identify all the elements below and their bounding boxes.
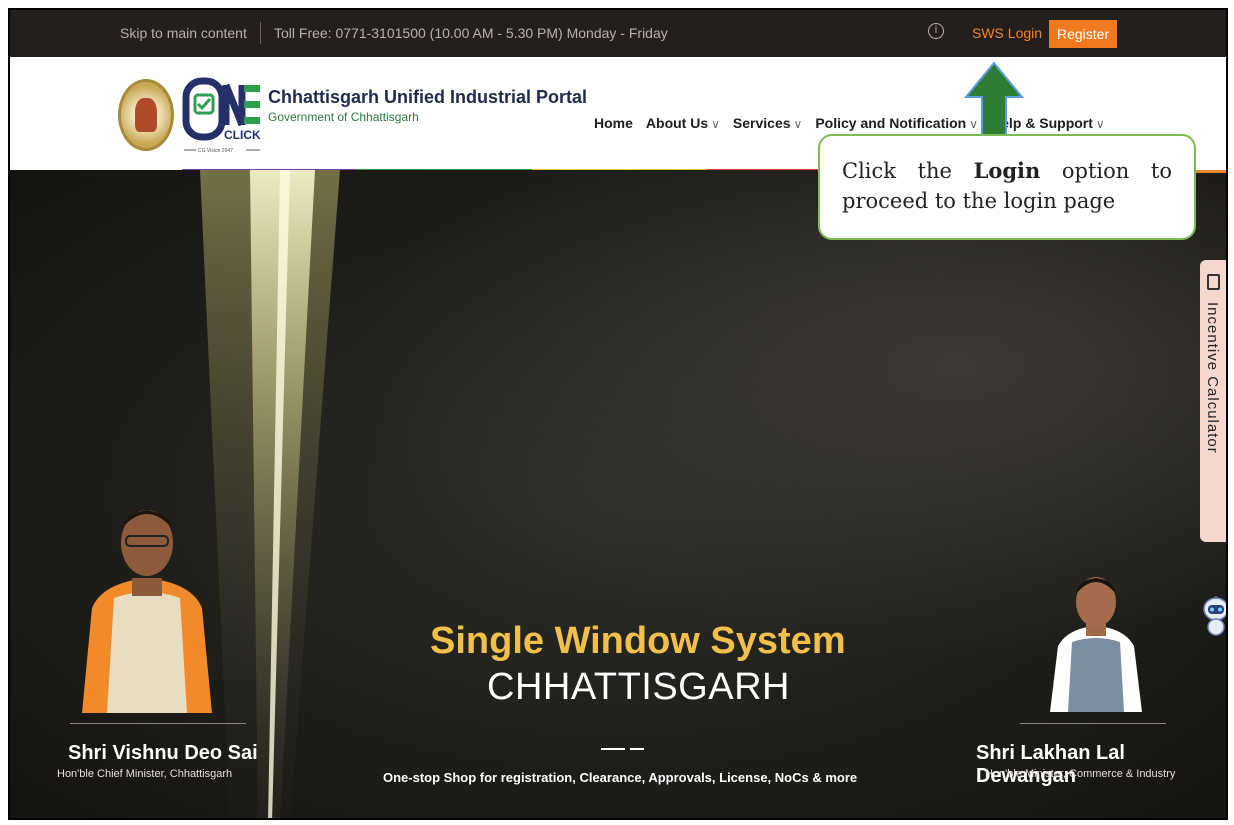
browser-viewport: Skip to main content Toll Free: 0771-310… [8, 8, 1228, 820]
state-emblem-icon [118, 79, 174, 151]
toll-free-info: Toll Free: 0771-3101500 (10.00 AM - 5.30… [274, 25, 668, 41]
one-click-logo[interactable]: CLICK CG Vision 2047 [182, 75, 262, 155]
nav-services[interactable]: Services ∨ [733, 115, 802, 131]
chevron-down-icon: ∨ [711, 117, 720, 131]
callout-login-keyword: Login [973, 158, 1041, 183]
left-person-role: Hon'ble Chief Minister, Chhattisgarh [57, 768, 233, 780]
annotation-arrow-icon [964, 61, 1024, 144]
right-person-role: Hon'ble Minister, Commerce & Industry [985, 768, 1176, 780]
sws-login-link[interactable]: SWS Login [972, 25, 1042, 41]
register-button[interactable]: Register [1049, 20, 1118, 48]
top-utility-bar: Skip to main content Toll Free: 0771-310… [10, 10, 1226, 57]
nav-about-us[interactable]: About Us ∨ [646, 115, 720, 131]
incentive-calculator-label: Incentive Calculator [1204, 302, 1221, 454]
instruction-callout: Click the Login option to proceed to the… [818, 134, 1196, 240]
right-divider [1020, 723, 1166, 724]
main-navigation: Home About Us ∨ Services ∨ Policy and Noti… [594, 115, 1105, 131]
hero-title: Single Window System [430, 620, 846, 662]
commerce-minister-photo [1050, 577, 1142, 712]
nav-policy-notification[interactable]: Policy and Notification ∨ [815, 115, 978, 131]
left-divider [70, 723, 246, 724]
hero-banner: Shri Vishnu Deo Sai Hon'ble Chief Minist… [10, 170, 1226, 818]
calculator-icon [1207, 274, 1220, 290]
portal-subtitle: Government of Chhattisgarh [268, 110, 419, 124]
nav-home[interactable]: Home [594, 115, 633, 131]
chatbot-icon[interactable] [1202, 596, 1228, 636]
right-person-name: Shri Lakhan Lal Dewangan [976, 742, 1125, 787]
hero-dash [630, 748, 644, 750]
left-person-name: Shri Vishnu Deo Sai [68, 742, 258, 764]
topbar-divider [260, 22, 261, 44]
incentive-calculator-tab[interactable]: Incentive Calculator [1200, 260, 1226, 542]
portal-title: Chhattisgarh Unified Industrial Portal [268, 87, 588, 107]
hero-dash [601, 748, 625, 750]
hero-tagline: One-stop Shop for registration, Clearanc… [383, 770, 858, 785]
chief-minister-photo [82, 510, 212, 713]
hero-state-name: CHHATTISGARH [487, 666, 790, 708]
chevron-down-icon: ∨ [1095, 117, 1105, 131]
chevron-down-icon: ∨ [793, 117, 803, 131]
skip-to-content-link[interactable]: Skip to main content [120, 25, 247, 41]
logo-tagline: CG Vision 2047 [198, 148, 233, 154]
accessibility-icon[interactable]: i [928, 23, 944, 39]
logo-click-text: CLICK [224, 128, 261, 142]
